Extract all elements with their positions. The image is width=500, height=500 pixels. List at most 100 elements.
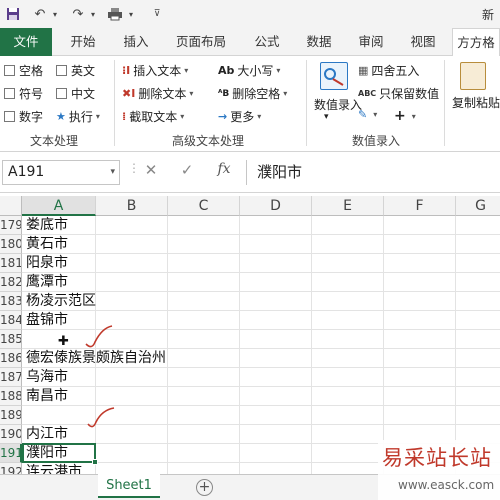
tab-view[interactable]: 视图 [400,28,446,56]
cell-a[interactable]: 鹰潭市 [26,273,68,292]
row-header[interactable]: 184 [0,311,22,330]
delete-space-icon: ᴬB [218,88,230,99]
select-all-corner[interactable] [0,196,22,216]
group-divider [306,60,307,146]
column-header-d[interactable]: D [240,196,312,216]
selected-cell[interactable] [22,443,98,465]
row-header[interactable]: 181 [0,254,22,273]
clipboard-icon [460,62,486,90]
case-icon: Ab [218,64,235,77]
chevron-down-icon: ▾ [283,89,288,98]
row-header[interactable]: 189 [0,406,22,425]
delete-text-button[interactable]: ✖I 删除文本 ▾ [122,85,193,102]
cell-a[interactable]: 阳泉市 [26,254,68,273]
row-header[interactable]: 179 [0,216,22,235]
tab-review[interactable]: 审阅 [348,28,394,56]
column-header-a[interactable]: A [22,196,96,216]
cell-a[interactable]: 南昌市 [26,387,68,406]
confirm-icon[interactable]: ✓ [178,161,196,183]
sheet-tab[interactable]: Sheet1 [98,474,160,498]
checkbox-box [56,65,67,76]
round-button[interactable]: ▦ 四舍五入 [358,62,419,79]
extract-text-button[interactable]: ⁞ 截取文本 ▾ [122,108,184,125]
delete-space-label: 删除空格 [232,87,281,101]
undo-icon[interactable]: ↶ [32,5,48,23]
cell-a[interactable]: 连云港市 [26,463,82,474]
english-checkbox[interactable]: 英文 [56,62,95,79]
delete-space-button[interactable]: ᴬB 删除空格 ▾ [218,85,287,102]
group-divider [114,60,115,146]
tab-fangfangge[interactable]: 方方格 [452,28,500,57]
tab-page-layout[interactable]: 页面布局 [166,28,236,56]
keep-values-button[interactable]: ABC 只保留数值 [358,85,439,102]
plus-icon: + [394,108,406,124]
row-header[interactable]: 192 [0,463,22,474]
formula-input[interactable]: 濮阳市 [246,160,500,185]
print-dropdown-icon[interactable]: ▾ [126,5,136,23]
column-header-e[interactable]: E [312,196,384,216]
case-button[interactable]: Ab 大小写 ▾ [218,62,280,79]
column-header-f[interactable]: F [384,196,456,216]
cell-a[interactable]: 黄石市 [26,235,68,254]
execute-button[interactable]: ★ 执行 ▾ [56,108,100,125]
redo-dropdown-icon[interactable]: ▾ [88,5,98,23]
edit-options-button[interactable]: ✎ ▾ [358,108,377,121]
chevron-down-icon[interactable]: ▾ [110,161,115,184]
delete-text-icon: ✖I [122,87,136,100]
group-label-text-processing: 文本处理 [30,134,79,148]
cancel-icon[interactable]: ✕ [142,161,160,183]
cell-a[interactable]: 乌海市 [26,368,68,387]
row-header[interactable]: 185 [0,330,22,349]
row-header[interactable]: 190 [0,425,22,444]
row-header[interactable]: 187 [0,368,22,387]
column-header-g[interactable]: G [456,196,500,216]
undo-dropdown-icon[interactable]: ▾ [50,5,60,23]
customize-toolbar-icon[interactable]: ⊽ [152,5,162,23]
name-box[interactable]: A191 ▾ [2,160,120,185]
tab-formulas[interactable]: 公式 [244,28,290,56]
keep-values-label: 只保留数值 [379,87,440,101]
column-header-b[interactable]: B [96,196,168,216]
copy-paste-button[interactable]: 复制粘贴 [452,96,500,111]
drag-handle-icon[interactable]: ⋮ [128,161,140,183]
cell-a[interactable]: 盘锦市 [26,311,68,330]
cell-a[interactable]: 杨凌示范区 [26,292,96,311]
number-entry-icon [320,62,348,90]
cell-a[interactable]: 内江市 [26,425,68,444]
row-header[interactable]: 186 [0,349,22,368]
number-entry-button[interactable]: 数值录入 [314,96,362,113]
tab-home[interactable]: 开始 [58,28,108,56]
symbol-checkbox[interactable]: 符号 [4,85,43,102]
insert-text-button[interactable]: ⁝I 插入文本 ▾ [122,62,188,79]
fill-handle[interactable] [92,459,98,465]
space-checkbox[interactable]: 空格 [4,62,43,79]
cell-a[interactable]: 娄底市 [26,216,68,235]
table-row: 娄底市 [22,216,500,235]
redo-icon[interactable]: ↷ [70,5,86,23]
chevron-down-icon[interactable]: ▾ [324,112,329,122]
save-icon[interactable] [6,5,20,23]
row-header[interactable]: 188 [0,387,22,406]
abc-icon: ABC [358,89,377,98]
grid-icon: ▦ [358,64,369,77]
number-checkbox[interactable]: 数字 [4,108,43,125]
add-button[interactable]: + ▾ [394,108,416,124]
row-header[interactable]: 180 [0,235,22,254]
chevron-down-icon: ▾ [257,112,262,121]
tab-file[interactable]: 文件 [0,28,52,56]
tab-data[interactable]: 数据 [296,28,342,56]
chevron-down-icon: ▾ [189,89,194,98]
chevron-down-icon: ▾ [373,110,378,119]
more-button[interactable]: → 更多 ▾ [218,108,261,125]
tab-insert[interactable]: 插入 [112,28,160,56]
row-header[interactable]: 183 [0,292,22,311]
chinese-checkbox[interactable]: 中文 [56,85,95,102]
row-header[interactable]: 191 [0,444,22,463]
insert-function-icon[interactable]: fx [212,161,236,183]
column-header-c[interactable]: C [168,196,240,216]
print-icon[interactable] [106,5,124,23]
add-sheet-button[interactable]: + [196,479,213,496]
delete-text-label: 删除文本 [138,87,187,101]
spreadsheet-grid: ABCDEFG 179 娄底市 180 黄石市 181 阳泉市 182 鹰潭市 183 杨凌示范区… [0,196,500,474]
row-header[interactable]: 182 [0,273,22,292]
